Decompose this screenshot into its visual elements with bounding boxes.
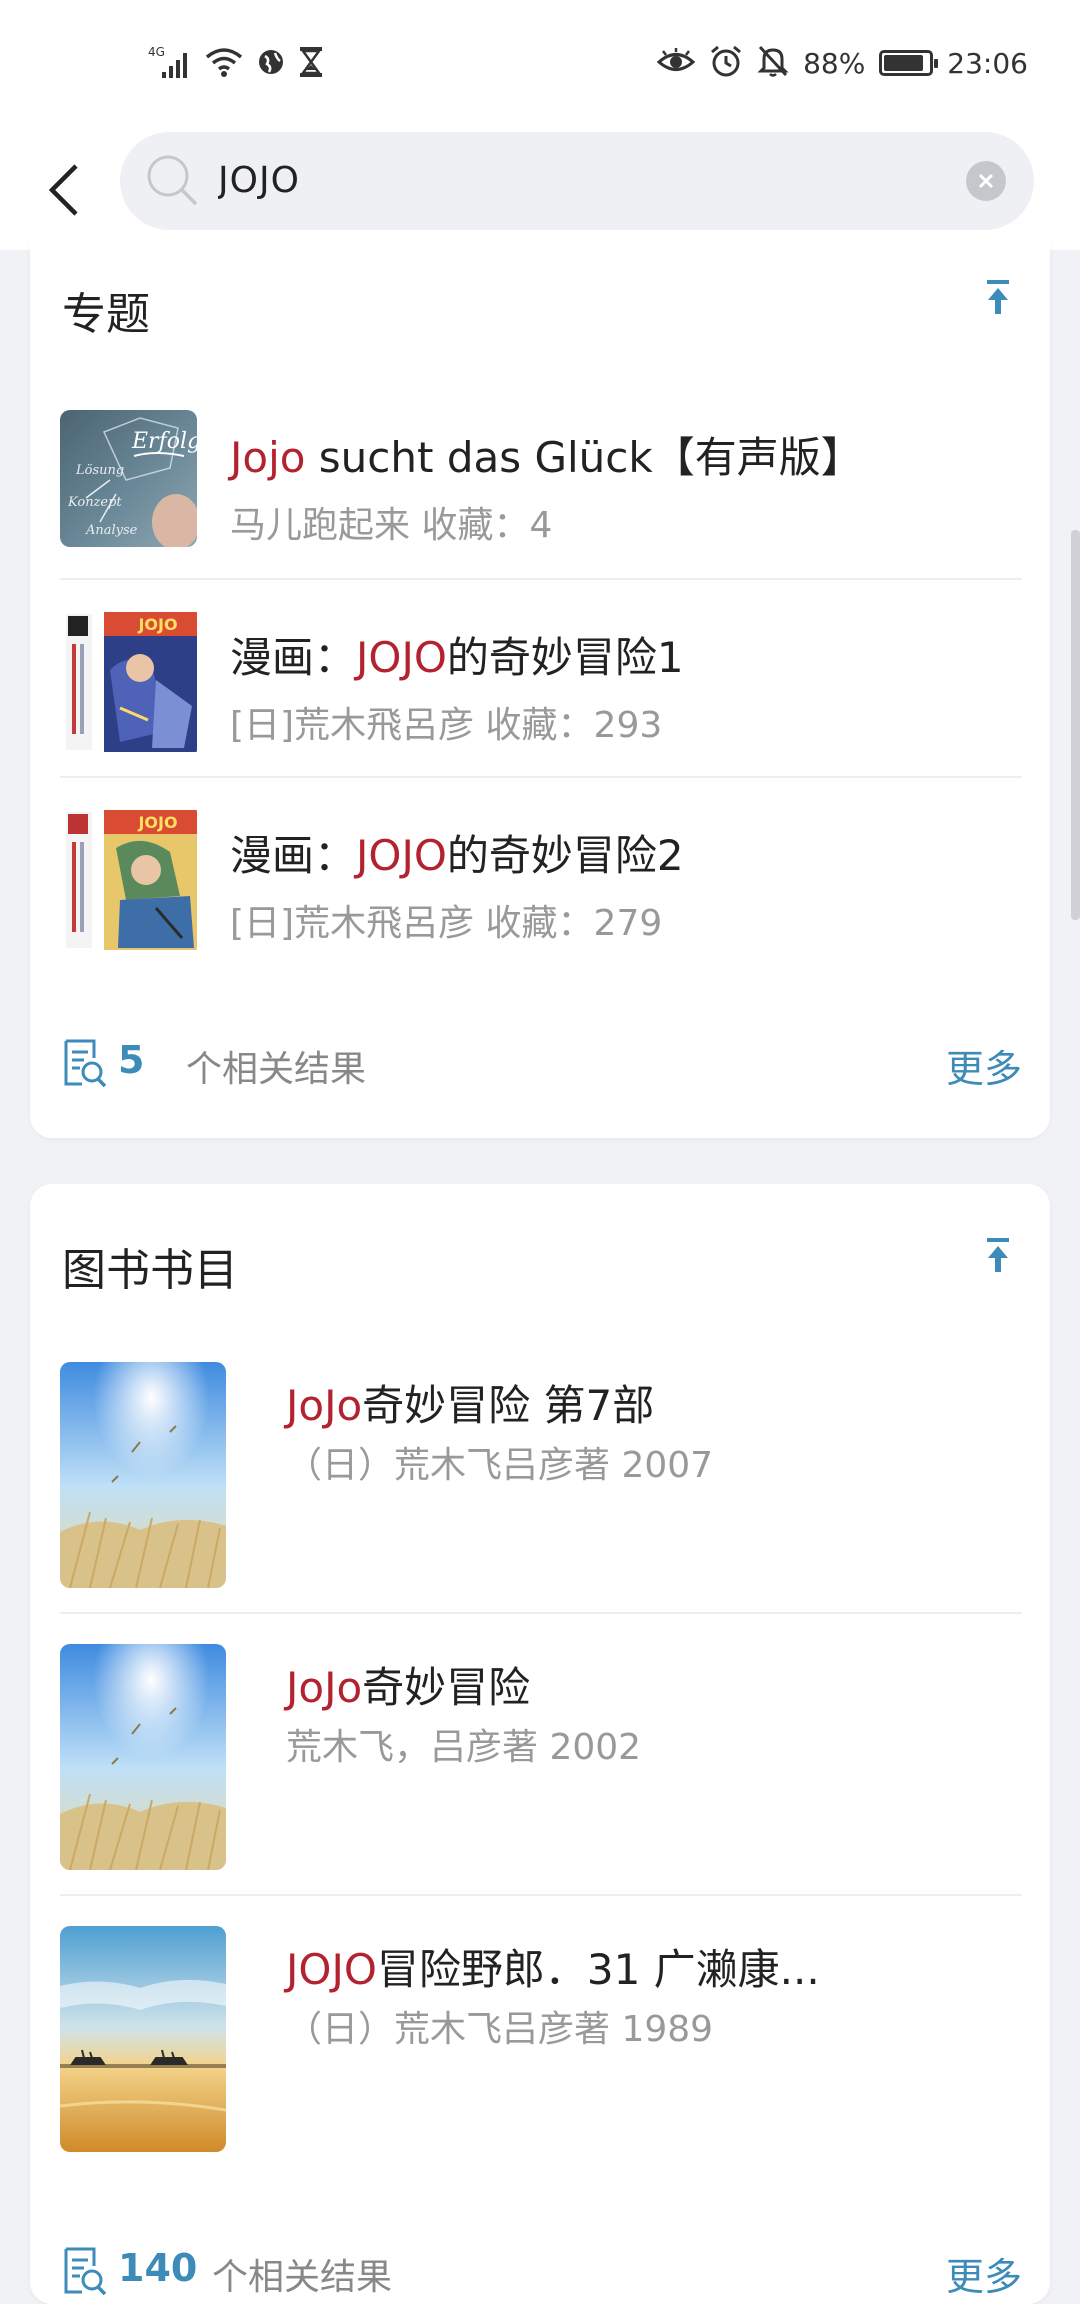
topic-meta: [日]荒木飛呂彦 收藏：293 — [230, 705, 663, 746]
battery-fill — [884, 55, 924, 71]
divider — [60, 1894, 1022, 1896]
arrow-to-top-icon — [987, 1238, 1009, 1272]
svg-text:JOJO: JOJO — [137, 813, 177, 832]
topic-title: 漫画：JOJO的奇妙冒险1 — [230, 633, 684, 682]
search-results-icon — [60, 2246, 108, 2302]
clock: 23:06 — [947, 46, 1028, 80]
topics-footer: 5 个相关结果 更多 — [60, 1034, 1022, 1094]
divider — [60, 1612, 1022, 1614]
book-title: JoJo奇妙冒险 第7部 — [286, 1381, 655, 1430]
svg-text:Erfolg: Erfolg — [131, 429, 197, 454]
book-row[interactable]: JOJO冒险野郎．31 广濑康... （日）荒木飞吕彦著 1989 — [60, 1926, 1022, 2152]
wifi-icon — [204, 46, 244, 82]
books-more-link[interactable]: 更多 — [946, 2246, 1022, 2301]
topic-title: Jojo sucht das Glück【有声版】 — [230, 433, 863, 482]
close-icon — [978, 173, 994, 189]
hourglass-icon — [298, 46, 324, 82]
book-row[interactable]: JoJo奇妙冒险 第7部 （日）荒木飞吕彦著 2007 — [60, 1362, 1022, 1588]
topic-meta: 马儿跑起来 收藏：4 — [230, 505, 553, 546]
status-bar: 4G 88% 23:06 — [0, 0, 1080, 130]
search-box[interactable] — [120, 132, 1034, 230]
scrollbar[interactable] — [1071, 530, 1080, 920]
collapse-to-top-button[interactable] — [980, 1234, 1016, 1278]
topic-title: 漫画：JOJO的奇妙冒险2 — [230, 831, 684, 880]
book-meta: （日）荒木飞吕彦著 2007 — [286, 1445, 714, 1486]
battery-icon — [879, 50, 939, 76]
svg-text:JOJO: JOJO — [137, 615, 177, 634]
book-meta: 荒木飞，吕彦著 2002 — [286, 1727, 642, 1768]
books-result-label: 个相关结果 — [212, 2257, 393, 2298]
arrow-to-top-icon — [987, 280, 1009, 314]
book-cover — [60, 1926, 226, 2152]
topics-more-link[interactable]: 更多 — [946, 1038, 1022, 1093]
topic-cover: Erfolg Lösung Konzept Analyse — [60, 410, 197, 547]
topics-result-count: 5 — [118, 1038, 145, 1082]
books-footer: 140 个相关结果 更多 — [60, 2242, 1022, 2302]
book-meta: （日）荒木飞吕彦著 1989 — [286, 2009, 714, 2050]
topic-row[interactable]: JOJO 漫画：JOJO的奇妙冒险1 [日]荒木飛呂彦 收藏：293 — [60, 610, 1022, 754]
topic-row[interactable]: JOJO 漫画：JOJO的奇妙冒险2 [日]荒木飛呂彦 收藏：279 — [60, 808, 1022, 952]
topics-title: 专题 — [62, 289, 150, 340]
search-header — [0, 130, 1080, 250]
book-cover — [60, 1644, 226, 1870]
eye-comfort-icon — [656, 47, 696, 79]
back-button[interactable] — [34, 150, 94, 230]
chevron-left-icon — [48, 164, 78, 216]
book-cover — [60, 1362, 226, 1588]
clear-search-button[interactable] — [966, 161, 1006, 201]
topics-result-label: 个相关结果 — [186, 1049, 367, 1090]
books-title: 图书书目 — [62, 1245, 238, 1296]
divider — [60, 776, 1022, 778]
vpn-globe-icon — [256, 47, 286, 81]
topic-cover: JOJO — [60, 610, 197, 754]
status-right: 88% 23:06 — [656, 44, 1028, 82]
search-input[interactable] — [218, 132, 878, 230]
search-icon — [144, 152, 202, 214]
svg-text:Analyse: Analyse — [85, 523, 138, 538]
book-row[interactable]: JoJo奇妙冒险 荒木飞，吕彦著 2002 — [60, 1644, 1022, 1870]
books-result-count: 140 — [118, 2246, 198, 2290]
svg-text:4G: 4G — [148, 45, 165, 59]
divider — [60, 578, 1022, 580]
books-card: 图书书目 JoJo奇妙冒险 第7部 （日）荒木飞吕彦著 2007 JoJo奇妙冒… — [30, 1184, 1050, 2304]
bell-off-icon — [757, 44, 789, 82]
svg-text:Lösung: Lösung — [75, 463, 124, 478]
battery-percent: 88% — [803, 46, 866, 80]
status-left: 4G — [148, 44, 324, 84]
search-results-icon — [60, 1038, 108, 1094]
alarm-icon — [709, 44, 743, 82]
topic-row[interactable]: Erfolg Lösung Konzept Analyse Jojo sucht… — [60, 410, 1022, 554]
topic-meta: [日]荒木飛呂彦 收藏：279 — [230, 903, 663, 944]
collapse-to-top-button[interactable] — [980, 276, 1016, 320]
book-title: JOJO冒险野郎．31 广濑康... — [286, 1945, 820, 1994]
signal-icon: 4G — [148, 44, 192, 84]
book-title: JoJo奇妙冒险 — [286, 1663, 531, 1712]
topic-cover: JOJO — [60, 808, 197, 952]
topics-card: 专题 Erfolg Lösung Konzept Analyse Jojo su… — [30, 236, 1050, 1138]
